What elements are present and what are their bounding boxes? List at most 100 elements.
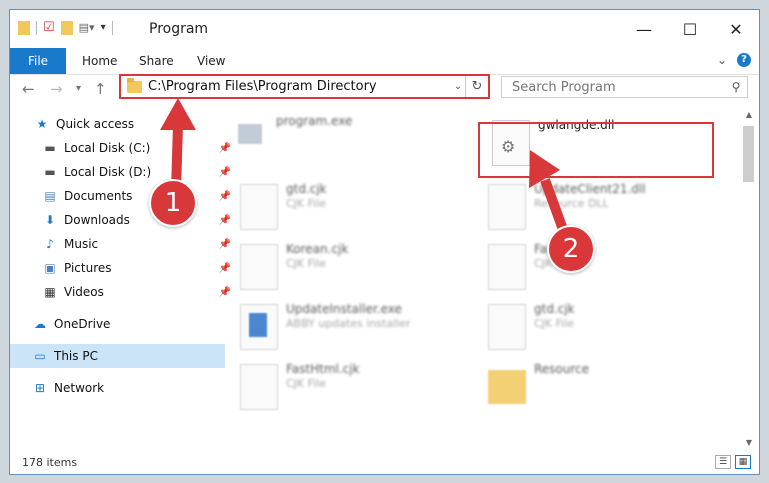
file-name: Korean.cjk (286, 242, 349, 256)
sidebar-item-label: Network (54, 381, 105, 395)
search-box[interactable]: ⚲ (501, 76, 748, 98)
sidebar-item-documents[interactable]: ▤ Documents 📌 (10, 184, 235, 208)
sidebar-item-local-disk-d[interactable]: ▬ Local Disk (D:) 📌 (10, 160, 235, 184)
minimize-button[interactable]: — (621, 10, 667, 48)
folder-icon (127, 77, 142, 93)
help-icon[interactable]: ? (737, 53, 751, 67)
address-bar[interactable]: C:\Program Files\Program Directory ⌄ ↻ (119, 74, 490, 99)
sidebar-item-label: Documents (64, 189, 133, 203)
documents-icon: ▤ (44, 189, 56, 203)
installer-file-icon (240, 304, 278, 350)
file-name: gtd.cjk (286, 182, 327, 196)
star-icon: ★ (36, 117, 48, 131)
customize-toolbar-icon[interactable]: ▤▾ (79, 21, 95, 34)
navigation-bar: ← → ▾ ↑ C:\Program Files\Program Directo… (10, 74, 759, 104)
tab-view[interactable]: View (183, 48, 239, 74)
network-icon: ⊞ (34, 381, 46, 395)
file-item[interactable]: FastHtml.cjk CJK File (220, 360, 450, 418)
file-name: UpdateInstaller.exe (286, 302, 402, 316)
file-name: gtd.cjk (534, 302, 575, 316)
file-type: Resource DLL (534, 197, 609, 210)
navigation-pane: ★ Quick access ▬ Local Disk (C:) 📌 ▬ Loc… (10, 110, 231, 450)
drive-icon: ▬ (44, 165, 56, 179)
file-item[interactable]: UpdateInstaller.exe ABBY updates installe… (220, 300, 450, 358)
file-name: program.exe (276, 114, 353, 128)
download-icon: ⬇ (44, 213, 56, 227)
sidebar-item-this-pc[interactable]: ▭ This PC (10, 344, 225, 368)
cloud-icon: ☁ (34, 317, 46, 331)
up-arrow-icon[interactable]: ↑ (94, 80, 107, 98)
search-icon[interactable]: ⚲ (725, 80, 747, 94)
file-name: Resource (534, 362, 590, 376)
file-type: CJK File (534, 317, 575, 330)
tab-file[interactable]: File (10, 48, 66, 74)
item-count: 178 items (22, 456, 78, 469)
new-folder-icon[interactable] (60, 20, 73, 35)
expand-ribbon-icon[interactable]: ⌄ (717, 53, 727, 67)
sidebar-item-label: Downloads (64, 213, 130, 227)
sidebar-item-label: Videos (64, 285, 104, 299)
details-view-icon[interactable]: ☰ (715, 455, 731, 469)
folder-icon (488, 370, 526, 404)
sidebar-item-label: Pictures (64, 261, 112, 275)
scroll-up-icon[interactable]: ▲ (741, 108, 757, 122)
sidebar-item-onedrive[interactable]: ☁ OneDrive (10, 312, 225, 336)
scroll-down-icon[interactable]: ▼ (741, 436, 757, 450)
sidebar-item-label: Quick access (56, 117, 135, 131)
back-arrow-icon[interactable]: ← (22, 80, 35, 98)
file-icon (488, 244, 526, 290)
sidebar-item-music[interactable]: ♪ Music 📌 (10, 232, 235, 256)
step-badge-two: 2 (547, 225, 595, 273)
refresh-icon[interactable]: ↻ (465, 76, 488, 97)
folder-small-icon[interactable] (18, 20, 30, 35)
pictures-icon: ▣ (44, 261, 56, 275)
sidebar-item-local-disk-c[interactable]: ▬ Local Disk (C:) 📌 (10, 136, 235, 160)
large-icons-view-icon[interactable]: ▦ (735, 455, 751, 469)
maximize-button[interactable]: ☐ (667, 10, 713, 48)
file-item[interactable]: gtd.cjk CJK File (220, 180, 450, 238)
chevron-down-icon[interactable]: ⌄ (451, 81, 465, 92)
computer-icon: ▭ (34, 349, 46, 363)
file-item[interactable]: program.exe (210, 112, 440, 170)
status-bar: 178 items ☰ ▦ (10, 452, 759, 474)
exe-file-icon (230, 116, 268, 162)
forward-arrow-icon[interactable]: → (50, 80, 63, 98)
file-item[interactable]: Korean.cjk CJK File (220, 240, 450, 298)
sidebar-item-label: Local Disk (C:) (64, 141, 151, 155)
folder-item[interactable]: Resource (468, 360, 698, 418)
tab-home[interactable]: Home (68, 48, 131, 74)
music-icon: ♪ (46, 237, 54, 251)
file-type: CJK File (286, 197, 327, 210)
address-path[interactable]: C:\Program Files\Program Directory (148, 79, 451, 94)
quick-access-toolbar: ☑ ▤▾ ▾ (18, 20, 113, 35)
file-icon (240, 184, 278, 230)
file-item[interactable]: gtd.cjk CJK File (468, 300, 698, 358)
sidebar-item-label: OneDrive (54, 317, 111, 331)
file-name: FastHtml.cjk (286, 362, 360, 376)
sidebar-item-downloads[interactable]: ⬇ Downloads 📌 (10, 208, 235, 232)
separator (111, 20, 113, 35)
ribbon-controls: ⌄ ? (717, 53, 751, 67)
tab-share[interactable]: Share (125, 48, 188, 74)
sidebar-item-videos[interactable]: ▦ Videos 📌 (10, 280, 235, 304)
dll-file-icon (488, 184, 526, 230)
ribbon: File Home Share View ⌄ ? (10, 48, 759, 75)
sidebar-item-quick-access[interactable]: ★ Quick access (10, 112, 227, 136)
sidebar-item-label: This PC (54, 349, 98, 363)
sidebar-item-pictures[interactable]: ▣ Pictures 📌 (10, 256, 235, 280)
file-icon (240, 244, 278, 290)
recent-locations-icon[interactable]: ▾ (76, 83, 81, 94)
search-input[interactable] (510, 78, 725, 96)
vertical-scrollbar[interactable]: ▲ ▼ (741, 108, 757, 450)
separator (36, 20, 37, 35)
properties-icon[interactable]: ☑ (43, 20, 55, 35)
sidebar-item-label: Music (64, 237, 99, 251)
view-switcher: ☰ ▦ (715, 455, 751, 469)
scroll-thumb[interactable] (743, 126, 754, 182)
highlight-box (478, 122, 714, 178)
chevron-down-icon[interactable]: ▾ (101, 22, 106, 33)
close-button[interactable]: ✕ (713, 10, 759, 48)
file-icon (240, 364, 278, 410)
sidebar-item-network[interactable]: ⊞ Network (10, 376, 225, 400)
window-title: Program (149, 21, 209, 37)
